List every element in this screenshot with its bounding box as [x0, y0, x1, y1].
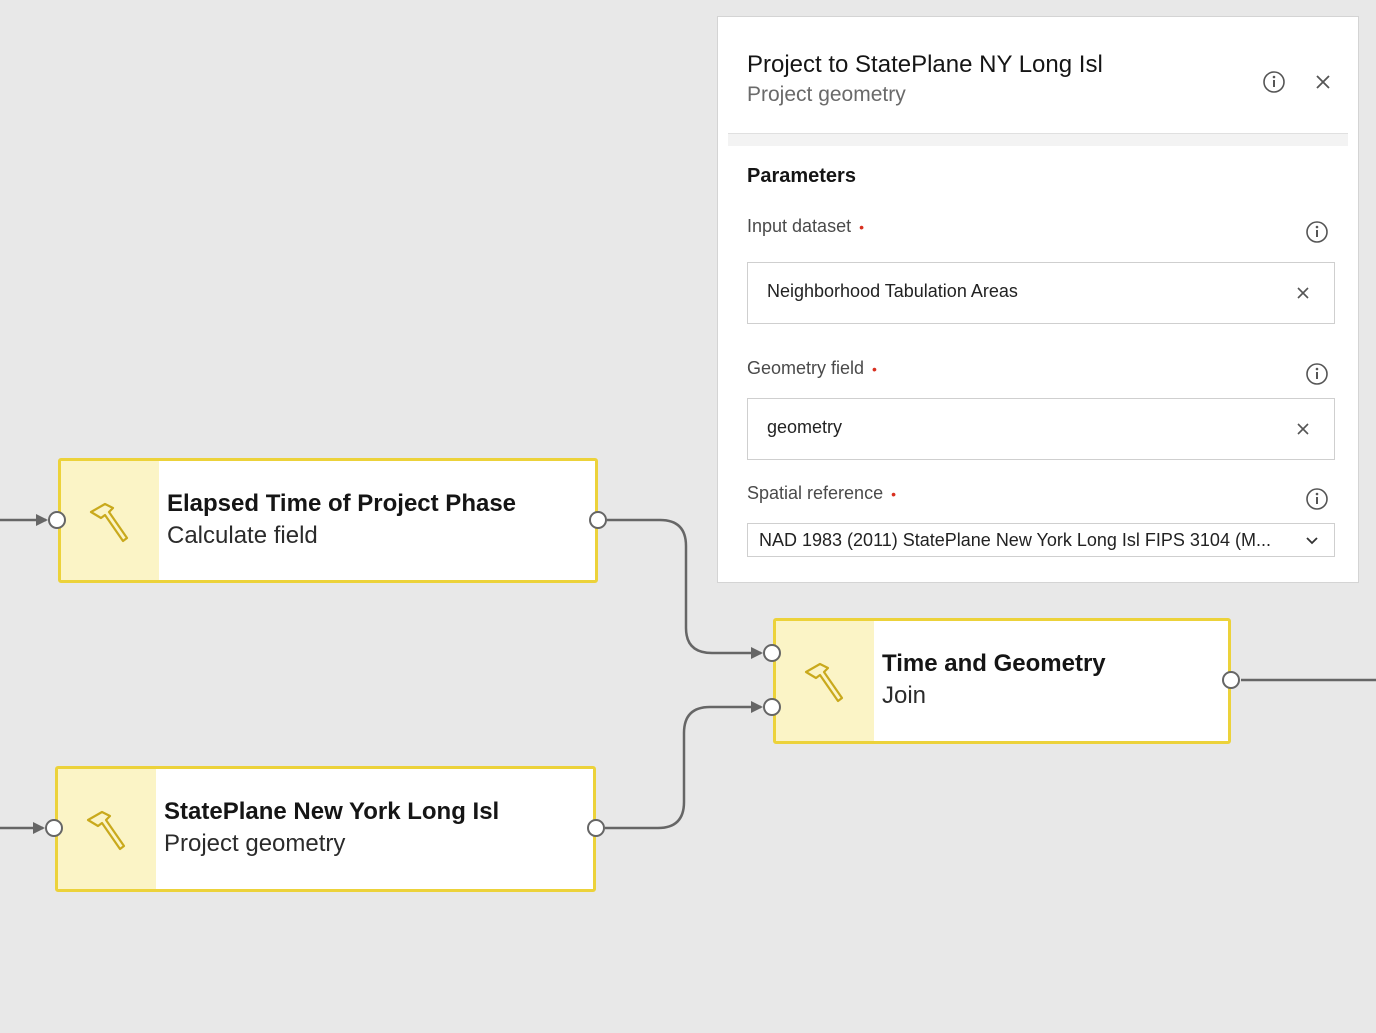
node-title: StatePlane New York Long Isl: [164, 798, 500, 825]
geometry-field-clear-button[interactable]: [1292, 418, 1314, 440]
geometry-field-label: Geometry field •: [747, 358, 877, 379]
panel-divider: [728, 133, 1348, 146]
close-icon: [1297, 423, 1309, 435]
required-marker: •: [872, 361, 877, 378]
input-port-2[interactable]: [763, 698, 781, 716]
hammer-icon: [86, 810, 126, 851]
node-tool-area: [58, 769, 156, 889]
info-icon: [1263, 71, 1285, 93]
output-port[interactable]: [1222, 671, 1240, 689]
field-label-text: Geometry field: [747, 358, 865, 378]
output-port[interactable]: [587, 819, 605, 837]
node-title: Elapsed Time of Project Phase: [167, 489, 517, 517]
panel-title: Project to StatePlane NY Long Isl: [747, 51, 1103, 78]
node-tool-area: [61, 461, 159, 580]
input-dataset-info-button[interactable]: [1304, 219, 1330, 245]
connector-stateplane-to-join: [605, 701, 763, 830]
required-marker: •: [891, 486, 896, 503]
info-icon: [1306, 221, 1328, 243]
info-button[interactable]: [1261, 69, 1287, 95]
node-elapsed-time[interactable]: Elapsed Time of Project Phase Calculate …: [58, 458, 598, 583]
spatial-reference-value: NAD 1983 (2011) StatePlane New York Long…: [759, 530, 1271, 550]
chevron-down-icon: [1306, 537, 1318, 545]
close-panel-button[interactable]: [1310, 69, 1336, 95]
field-label-text: Input dataset: [747, 216, 852, 236]
hammer-icon: [804, 662, 844, 703]
input-dataset-value: Neighborhood Tabulation Areas: [767, 281, 1018, 301]
input-dataset-label: Input dataset •: [747, 216, 864, 237]
input-port[interactable]: [48, 511, 66, 529]
node-subtitle: Calculate field: [167, 521, 318, 549]
output-port[interactable]: [589, 511, 607, 529]
hammer-icon: [89, 502, 129, 542]
info-icon: [1306, 363, 1328, 385]
tool-properties-panel: Project to StatePlane NY Long Isl Projec…: [717, 16, 1359, 583]
node-subtitle: Project geometry: [164, 830, 346, 857]
input-dataset-clear-button[interactable]: [1292, 282, 1314, 304]
input-dataset-field[interactable]: Neighborhood Tabulation Areas: [747, 262, 1335, 324]
node-subtitle: Join: [882, 682, 927, 709]
geometry-field-input[interactable]: geometry: [747, 398, 1335, 460]
info-icon: [1306, 488, 1328, 510]
node-title: Time and Geometry: [882, 650, 1106, 677]
geometry-field-value: geometry: [767, 417, 843, 437]
required-marker: •: [859, 219, 864, 236]
field-label-text: Spatial reference: [747, 483, 884, 503]
input-port-1[interactable]: [763, 644, 781, 662]
input-port[interactable]: [45, 819, 63, 837]
spatial-reference-select[interactable]: NAD 1983 (2011) StatePlane New York Long…: [747, 523, 1335, 557]
node-time-and-geometry[interactable]: Time and Geometry Join: [773, 618, 1231, 744]
node-stateplane[interactable]: StatePlane New York Long Isl Project geo…: [55, 766, 596, 892]
node-tool-area: [776, 621, 874, 741]
spatial-reference-info-button[interactable]: [1304, 486, 1330, 512]
parameters-heading: Parameters: [747, 165, 856, 187]
close-icon: [1316, 75, 1330, 89]
geometry-field-info-button[interactable]: [1304, 361, 1330, 387]
panel-header: Project to StatePlane NY Long Isl Projec…: [718, 17, 1358, 133]
close-icon: [1297, 287, 1309, 299]
spatial-reference-label: Spatial reference •: [747, 483, 896, 504]
panel-subtitle: Project geometry: [747, 83, 906, 106]
